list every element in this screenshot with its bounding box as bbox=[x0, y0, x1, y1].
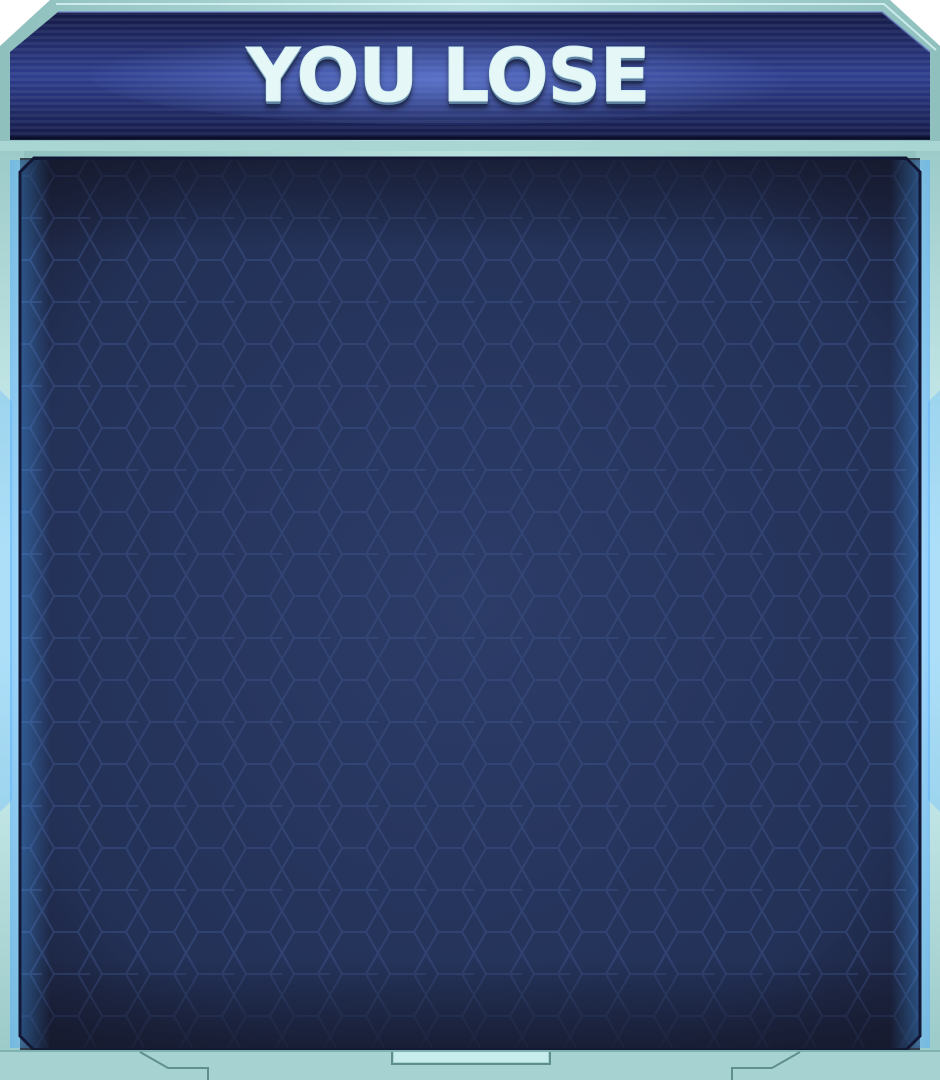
dialog-title: YOU LOSE bbox=[246, 33, 651, 120]
lose-dialog: YOU LOSE bbox=[0, 0, 940, 1080]
content-panel bbox=[10, 156, 930, 1052]
dialog-frame bbox=[0, 0, 940, 1080]
